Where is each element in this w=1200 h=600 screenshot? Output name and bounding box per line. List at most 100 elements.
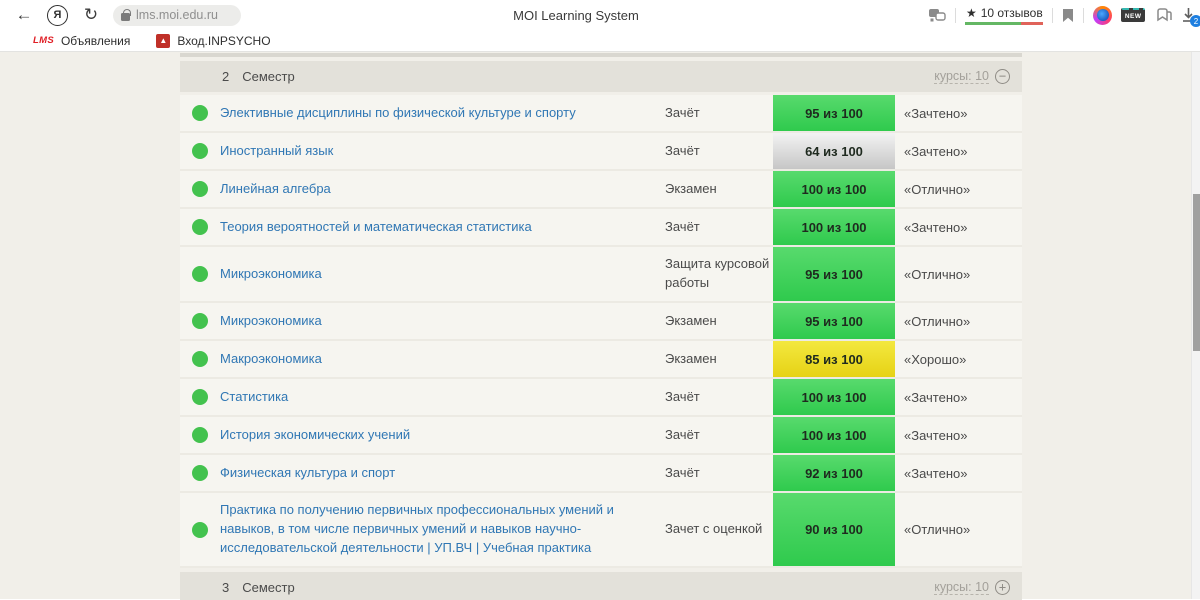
bookmark-flag-icon[interactable] (1062, 8, 1074, 23)
semester-number: 2 (222, 69, 230, 84)
status-dot (192, 105, 208, 121)
extension-color-icon[interactable] (1093, 5, 1113, 25)
semester-label: Семестр (242, 69, 295, 84)
score-badge: 95 из 100 (773, 303, 895, 339)
assessment-type: Зачёт (665, 464, 700, 480)
previous-semester-edge (180, 53, 1022, 57)
downloads-icon[interactable]: 2 (1181, 7, 1200, 27)
collections-icon[interactable] (1154, 7, 1172, 23)
grade-text: «Зачтено» (904, 427, 968, 443)
course-link[interactable]: Макроэкономика (220, 350, 665, 369)
grades-table: 2 Семестр курсы: 10 − Элективные дисципл… (180, 61, 1022, 600)
score-badge: 100 из 100 (773, 417, 895, 453)
status-dot (192, 143, 208, 159)
assessment-type: Экзамен (665, 350, 717, 366)
assessment-type: Зачёт (665, 218, 700, 234)
grade-text: «Хорошо» (904, 351, 967, 367)
grade-text: «Зачтено» (904, 105, 968, 121)
course-row: Микроэкономика Экзамен 95 из 100 «Отличн… (180, 303, 1022, 341)
course-link[interactable]: Линейная алгебра (220, 180, 665, 199)
page-body: 2 Семестр курсы: 10 − Элективные дисципл… (0, 52, 1200, 600)
bookmark-inpsycho[interactable]: ▲ Вход.INPSYCHO (156, 33, 271, 48)
course-row: Линейная алгебра Экзамен 100 из 100 «Отл… (180, 171, 1022, 209)
score-badge: 85 из 100 (773, 341, 895, 377)
course-row: Микроэкономика Защита курсовой работы 95… (180, 247, 1022, 303)
assessment-type: Экзамен (665, 180, 717, 196)
course-rows: Элективные дисциплины по физической куль… (180, 95, 1022, 568)
tab-sessions-icon[interactable] (928, 8, 947, 23)
course-row: Практика по получению первичных професси… (180, 493, 1022, 568)
course-row: Иностранный язык Зачёт 64 из 100 «Зачтен… (180, 133, 1022, 171)
semester-header: 2 Семестр курсы: 10 − (180, 61, 1022, 92)
score-badge: 90 из 100 (773, 493, 895, 566)
next-semester-header: 3 Семестр курсы: 10 + (180, 572, 1022, 600)
course-row: Макроэкономика Экзамен 85 из 100 «Хорошо… (180, 341, 1022, 379)
status-dot (192, 219, 208, 235)
assessment-type: Зачёт (665, 142, 700, 158)
score-badge: 100 из 100 (773, 209, 895, 245)
course-row: История экономических учений Зачёт 100 и… (180, 417, 1022, 455)
site-reviews[interactable]: ★ 10 отзывов (965, 5, 1044, 25)
status-dot (192, 181, 208, 197)
score-badge: 92 из 100 (773, 455, 895, 491)
status-dot (192, 521, 208, 538)
course-link[interactable]: Элективные дисциплины по физической куль… (220, 104, 665, 123)
assessment-type: Экзамен (665, 312, 717, 328)
status-dot (192, 266, 208, 282)
page-scrollbar[interactable] (1191, 52, 1200, 599)
lock-icon (121, 8, 131, 21)
inpsycho-favicon: ▲ (156, 33, 171, 48)
grade-text: «Отлично» (904, 522, 971, 537)
course-link[interactable]: Иностранный язык (220, 142, 665, 161)
grade-text: «Зачтено» (904, 143, 968, 159)
course-link[interactable]: Микроэкономика (220, 312, 665, 331)
star-icon: ★ (965, 5, 977, 20)
course-link[interactable]: Теория вероятностей и математическая ста… (220, 218, 665, 237)
course-row: Теория вероятностей и математическая ста… (180, 209, 1022, 247)
course-link[interactable]: Микроэкономика (220, 265, 665, 284)
page-title: MOI Learning System (513, 7, 639, 23)
score-badge: 100 из 100 (773, 171, 895, 207)
courses-count-link[interactable]: курсы: 10 (934, 580, 989, 595)
grade-text: «Отлично» (904, 266, 971, 282)
refresh-icon[interactable]: ↻ (77, 2, 105, 28)
grade-text: «Зачтено» (904, 465, 968, 481)
grade-text: «Зачтено» (904, 389, 968, 405)
course-link[interactable]: История экономических учений (220, 426, 665, 445)
assessment-type: Зачёт (665, 388, 700, 404)
grade-text: «Отлично» (904, 181, 971, 197)
score-badge: 95 из 100 (773, 95, 895, 131)
address-bar[interactable]: lms.moi.edu.ru (113, 4, 241, 26)
divider (1052, 7, 1054, 23)
collapse-icon[interactable]: − (995, 69, 1010, 84)
score-badge: 95 из 100 (773, 247, 895, 301)
bookmarks-bar: LMS Объявления ▲ Вход.INPSYCHO (0, 30, 1200, 52)
course-row: Статистика Зачёт 100 из 100 «Зачтено» (180, 379, 1022, 417)
browser-chrome: ← Я ↻ lms.moi.edu.ru MOI Learning System… (0, 0, 1200, 30)
divider (955, 7, 957, 23)
divider (1083, 7, 1085, 23)
reviews-count: 10 отзывов (980, 5, 1043, 20)
new-feature-icon[interactable]: NEW (1121, 8, 1145, 22)
semester-label: Семестр (242, 580, 295, 595)
bookmark-announcements[interactable]: LMS Объявления (33, 34, 130, 48)
url-text[interactable]: lms.moi.edu.ru (136, 8, 218, 22)
courses-count-link[interactable]: курсы: 10 (934, 69, 989, 84)
nav-controls: ← Я ↻ lms.moi.edu.ru (10, 0, 241, 30)
course-link[interactable]: Физическая культура и спорт (220, 464, 665, 483)
status-dot (192, 427, 208, 443)
grade-text: «Отлично» (904, 313, 971, 329)
course-row: Элективные дисциплины по физической куль… (180, 95, 1022, 133)
scrollbar-thumb[interactable] (1193, 194, 1200, 351)
back-icon[interactable]: ← (10, 2, 38, 28)
downloads-count-badge: 2 (1190, 15, 1200, 27)
status-dot (192, 351, 208, 367)
expand-icon[interactable]: + (995, 580, 1010, 595)
grade-text: «Зачтено» (904, 219, 968, 235)
status-dot (192, 389, 208, 405)
yandex-logo-icon[interactable]: Я (47, 4, 68, 26)
score-badge: 100 из 100 (773, 379, 895, 415)
course-link[interactable]: Статистика (220, 388, 665, 407)
course-link[interactable]: Практика по получению первичных професси… (220, 501, 665, 558)
toolbar-icons: ★ 10 отзывов NEW 2 (928, 0, 1200, 30)
